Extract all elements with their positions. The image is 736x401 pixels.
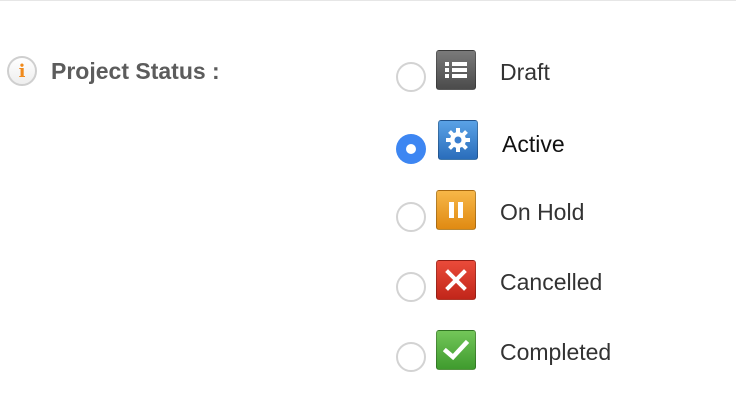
status-option-completed[interactable]: Completed bbox=[394, 330, 724, 376]
radio-cancelled[interactable] bbox=[396, 272, 426, 302]
radio-on-hold[interactable] bbox=[396, 202, 426, 232]
close-icon bbox=[436, 260, 476, 300]
status-option-draft[interactable]: Draft bbox=[394, 50, 724, 96]
radio-active[interactable] bbox=[396, 134, 426, 164]
pause-icon bbox=[436, 190, 476, 230]
status-option-active[interactable]: Active bbox=[394, 120, 724, 166]
status-label-draft: Draft bbox=[500, 59, 550, 85]
field-label-text: Project Status : bbox=[51, 57, 220, 84]
status-option-cancelled[interactable]: Cancelled bbox=[394, 260, 724, 306]
radio-draft[interactable] bbox=[396, 62, 426, 92]
status-label-completed: Completed bbox=[500, 339, 612, 365]
list-icon bbox=[436, 50, 476, 90]
info-icon[interactable]: i bbox=[7, 56, 37, 86]
project-status-field-label: i Project Status : bbox=[7, 55, 220, 87]
checkmark-icon bbox=[436, 330, 476, 370]
status-label-active: Active bbox=[502, 131, 565, 157]
gear-icon bbox=[438, 120, 478, 160]
radio-completed[interactable] bbox=[396, 342, 426, 372]
status-label-cancelled: Cancelled bbox=[500, 269, 603, 295]
top-divider bbox=[0, 0, 736, 1]
status-label-on-hold: On Hold bbox=[500, 199, 585, 225]
status-option-on-hold[interactable]: On Hold bbox=[394, 190, 724, 236]
